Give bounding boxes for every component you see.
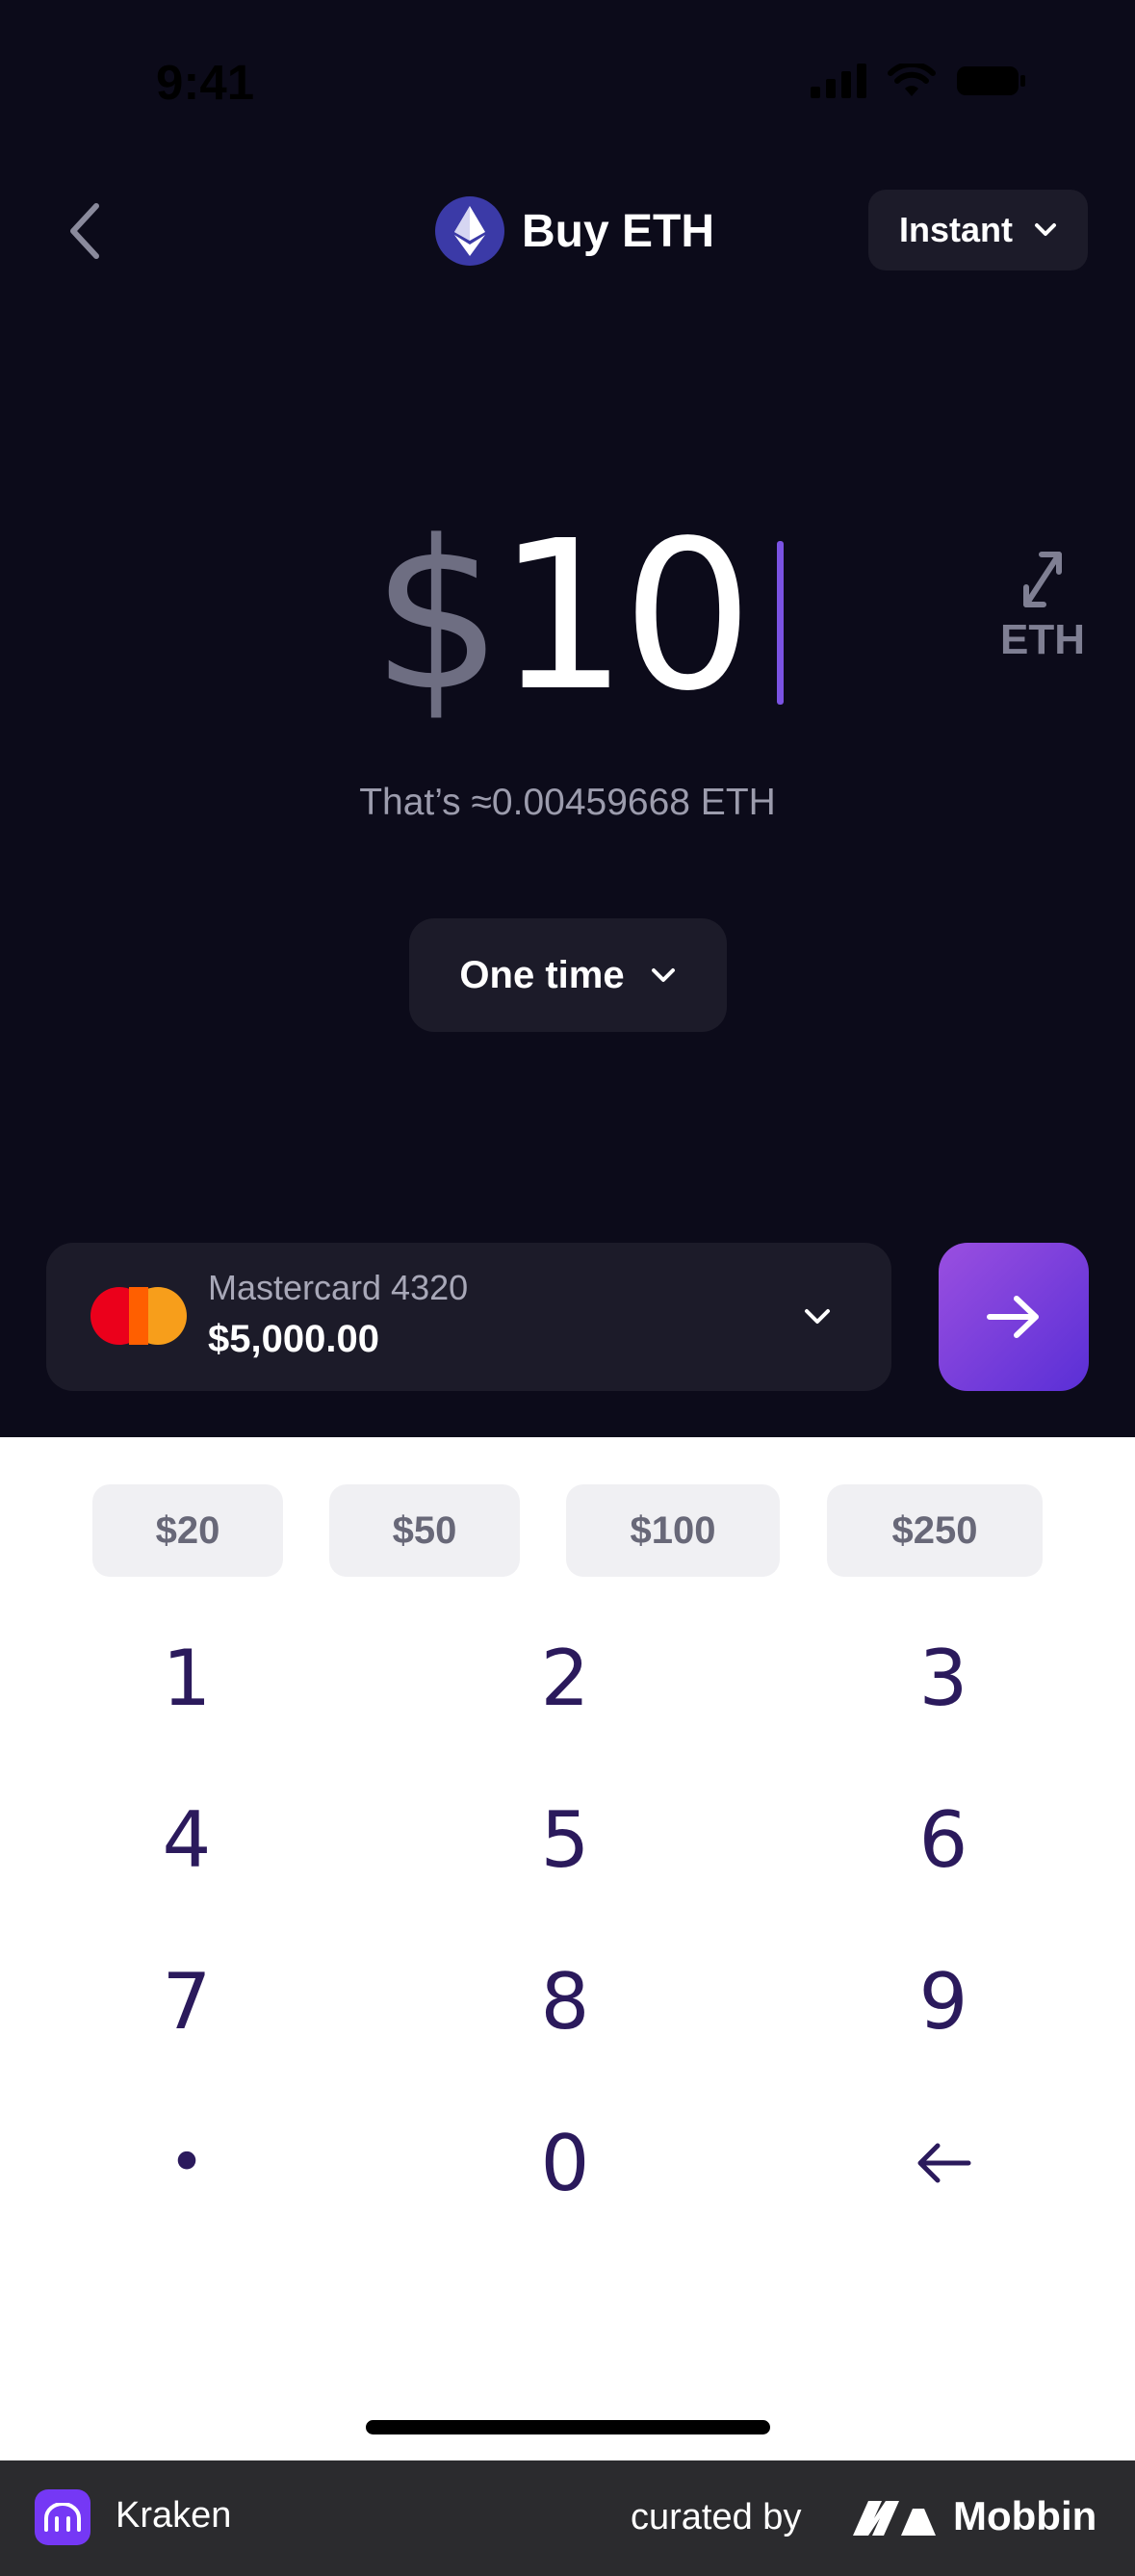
continue-button[interactable] [939,1243,1089,1391]
chevron-down-icon [795,1295,839,1339]
chevron-down-icon [1035,223,1056,236]
signal-icon [811,64,866,98]
keypad-6[interactable]: 6 [799,1767,1088,1912]
battery-icon [957,66,1025,95]
back-chevron-icon [70,203,99,259]
text-caret [777,541,784,705]
keypad-backspace[interactable] [799,2091,1088,2235]
ethereum-icon [435,196,504,266]
wifi-icon [888,64,936,96]
page-title: Buy ETH [435,196,714,266]
keypad-8[interactable]: 8 [421,1929,709,2074]
chevron-down-icon [651,968,675,982]
curated-by-label: curated by [631,2497,802,2537]
keypad-9[interactable]: 9 [799,1929,1088,2074]
arrow-right-icon [987,1296,1039,1338]
mastercard-icon [90,1287,187,1345]
frequency-label: One time [459,953,625,996]
keypad-decimal[interactable]: • [42,2091,331,2235]
back-button[interactable] [54,193,116,270]
keypad-7[interactable]: 7 [42,1929,331,2074]
title-label: Buy ETH [522,205,715,257]
mobbin-logo-icon [853,2501,936,2536]
app-name: Kraken [116,2495,232,2536]
status-time: 9:41 [156,55,255,110]
keypad-5[interactable]: 5 [421,1767,709,1912]
keypad-3[interactable]: 3 [799,1606,1088,1750]
quick-amount-100[interactable]: $100 [566,1484,780,1577]
backspace-arrow-icon [917,2143,971,2183]
payment-method-selector[interactable]: Mastercard 4320 $5,000.00 [46,1243,891,1391]
keypad-2[interactable]: 2 [421,1606,709,1750]
amount-value: 10 [497,496,753,736]
keypad-1[interactable]: 1 [42,1606,331,1750]
crypto-equivalent: That’s ≈0.00459668 ETH [359,782,776,823]
order-type-dropdown[interactable]: Instant [868,190,1088,270]
home-indicator [366,2420,770,2434]
payment-balance: $5,000.00 [208,1318,379,1360]
swap-arrows-icon [1023,552,1062,607]
swap-unit-label: ETH [1000,616,1085,663]
quick-amount-20[interactable]: $20 [92,1484,283,1577]
order-type-label: Instant [898,210,1013,249]
swap-currency-button[interactable]: ETH [994,551,1091,664]
kraken-logo-icon [35,2489,90,2545]
status-icons [811,64,1026,98]
payment-method-name: Mastercard 4320 [208,1268,469,1307]
amount-display[interactable]: $ 10 [372,497,753,736]
quick-amount-50[interactable]: $50 [329,1484,520,1577]
quick-amount-250[interactable]: $250 [827,1484,1043,1577]
footer-bar: Kraken curated by Mobbin [0,2460,1135,2576]
currency-symbol: $ [372,496,503,736]
keypad-4[interactable]: 4 [42,1767,331,1912]
frequency-dropdown[interactable]: One time [409,918,727,1032]
keypad-0[interactable]: 0 [421,2091,709,2235]
brand-name: Mobbin [953,2493,1097,2538]
